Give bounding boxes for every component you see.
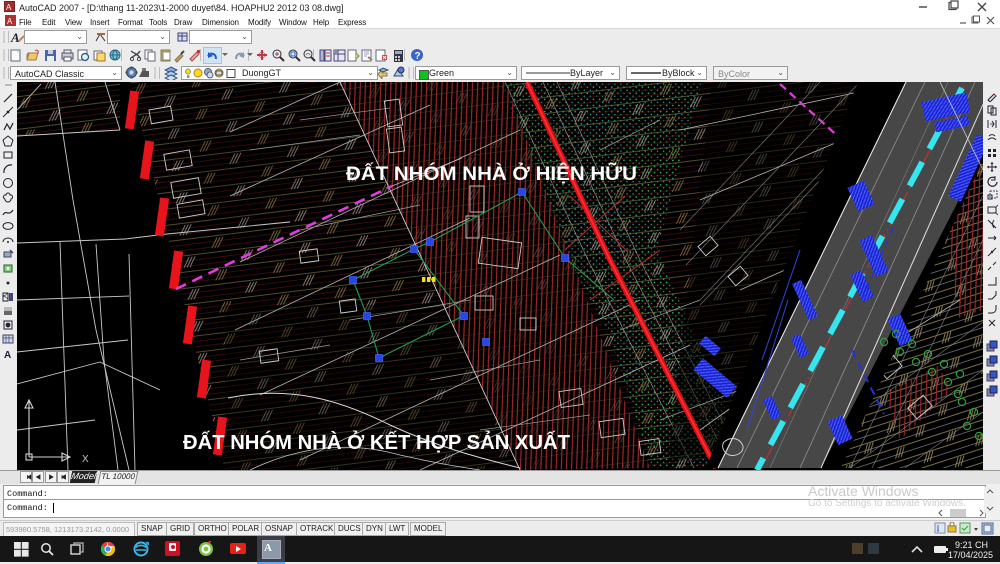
svg-text:X: X bbox=[82, 454, 89, 465]
svg-text:A: A bbox=[7, 17, 13, 26]
svg-text:A: A bbox=[4, 350, 11, 360]
svg-text:A: A bbox=[6, 3, 12, 12]
svg-text:?: ? bbox=[415, 51, 421, 62]
svg-text:ĐẤT NHÓM NHÀ Ở HIỆN HỮU: ĐẤT NHÓM NHÀ Ở HIỆN HỮU bbox=[346, 163, 637, 185]
svg-text:A: A bbox=[10, 30, 20, 45]
svg-text:ĐẤT NHÓM NHÀ Ở KẾT HỢP SẢN XUẤ: ĐẤT NHÓM NHÀ Ở KẾT HỢP SẢN XUẤT bbox=[183, 430, 570, 454]
